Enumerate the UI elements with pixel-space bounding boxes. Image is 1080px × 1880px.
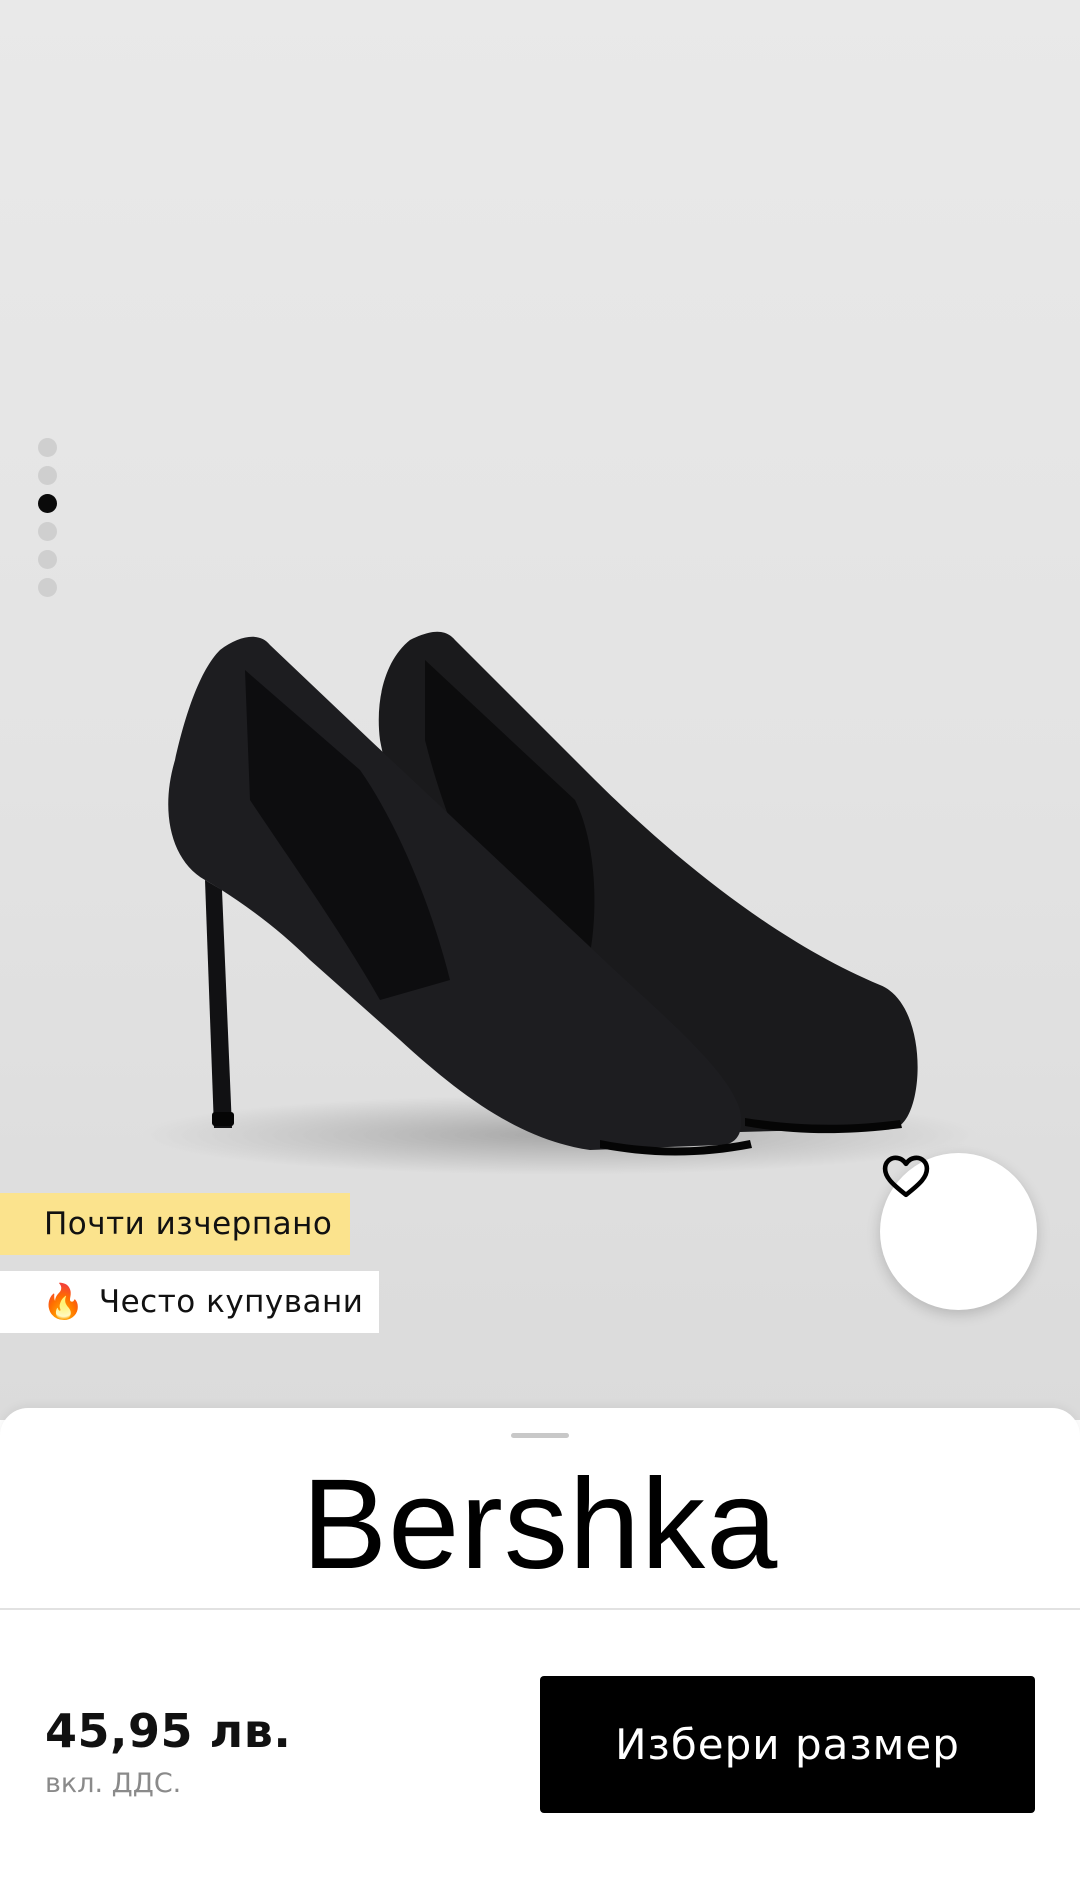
vat-note: вкл. ДДС. (45, 1768, 182, 1799)
price: 45,95 лв. (45, 1704, 292, 1758)
favorite-button[interactable] (880, 1153, 1037, 1310)
popular-badge: 🔥 Често купувани (0, 1271, 380, 1333)
popular-label: Често купувани (98, 1284, 364, 1320)
pager-dot[interactable] (38, 466, 57, 485)
divider (0, 1608, 1080, 1610)
low-stock-label: Почти изчерпано (44, 1206, 333, 1242)
fire-icon: 🔥 (42, 1282, 85, 1322)
pager-dot[interactable] (38, 438, 57, 457)
brand-logo: Bershka (301, 1453, 779, 1596)
heart-outline-icon (882, 1155, 930, 1198)
low-stock-badge: Почти изчерпано (0, 1193, 351, 1255)
pager-dot[interactable] (38, 522, 57, 541)
product-info-sheet[interactable]: Bershka 45,95 лв. вкл. ДДС. Избери разме… (0, 1408, 1080, 1880)
pager-dot[interactable] (38, 550, 57, 569)
gallery-pager[interactable] (38, 438, 58, 606)
pager-dot-active[interactable] (38, 494, 57, 513)
pager-dot[interactable] (38, 578, 57, 597)
sheet-grabber[interactable] (511, 1433, 569, 1438)
choose-size-button[interactable]: Избери размер (540, 1676, 1035, 1813)
product-image[interactable]: Почти изчерпано 🔥 Често купувани (0, 0, 1080, 1420)
